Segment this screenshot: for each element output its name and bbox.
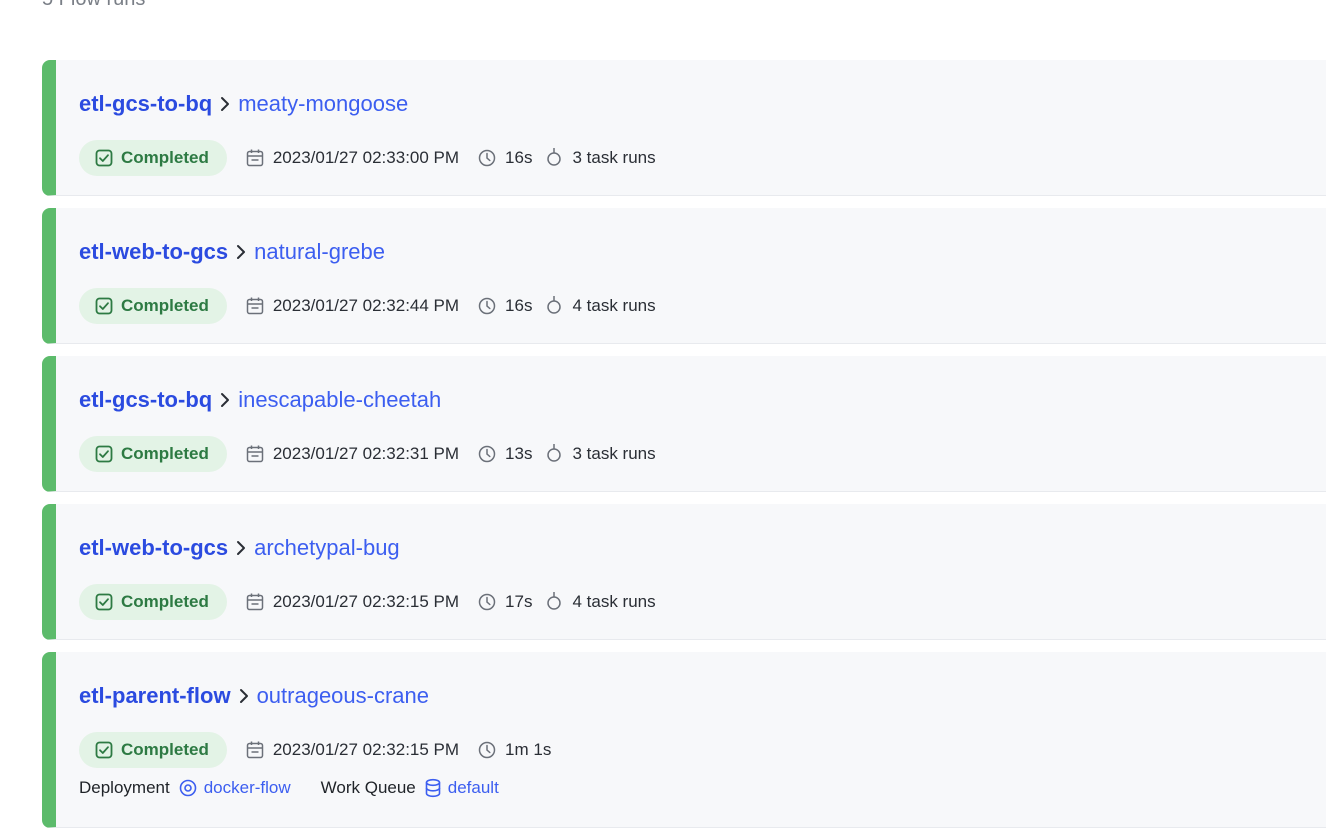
task-node-icon (547, 444, 562, 462)
chevron-right-icon (237, 541, 246, 555)
clock-icon (478, 741, 496, 759)
location-target-icon (179, 779, 197, 797)
database-icon (425, 778, 441, 798)
duration-value: 13s (505, 444, 533, 463)
start-time-value: 2023/01/27 02:32:31 PM (272, 444, 460, 463)
duration: 17s (477, 592, 532, 612)
flow-run-title: etl-web-to-gcs natural-grebe (79, 238, 385, 266)
flow-run-name-link[interactable]: meaty-mongoose (238, 90, 408, 118)
task-runs: 4 task runs (544, 591, 656, 613)
state-badge: Completed (79, 584, 227, 620)
clock-icon (478, 593, 496, 611)
state-label: Completed (121, 592, 209, 611)
calendar-icon (246, 593, 264, 611)
flow-name-link[interactable]: etl-web-to-gcs (79, 534, 228, 562)
flow-run-card[interactable]: etl-web-to-gcs natural-grebe Completed 2… (42, 208, 1326, 344)
duration-value: 16s (505, 296, 533, 315)
task-runs: 4 task runs (544, 295, 656, 317)
start-time-value: 2023/01/27 02:32:15 PM (272, 592, 460, 611)
flow-runs-list: etl-gcs-to-bq meaty-mongoose Completed 2… (42, 60, 1326, 828)
duration: 16s (477, 296, 532, 316)
flow-runs-page: 5 Flow runs etl-gcs-to-bq meaty-mongoose… (0, 0, 1326, 834)
chevron-right-icon (221, 97, 230, 111)
state-label: Completed (121, 296, 209, 315)
flow-run-name-link[interactable]: natural-grebe (254, 238, 385, 266)
flow-run-name-link[interactable]: archetypal-bug (254, 534, 400, 562)
task-runs-value: 3 task runs (572, 444, 656, 463)
flow-name-link[interactable]: etl-web-to-gcs (79, 238, 228, 266)
calendar-icon (246, 445, 264, 463)
flow-run-meta: Completed 2023/01/27 02:33:00 PM 16s 3 t… (79, 140, 656, 176)
flow-run-card[interactable]: etl-parent-flow outrageous-crane Complet… (42, 652, 1326, 828)
flow-run-name-link[interactable]: outrageous-crane (257, 682, 429, 710)
chevron-right-icon (237, 245, 246, 259)
flow-run-meta: Completed 2023/01/27 02:32:15 PM 17s 4 t… (79, 584, 656, 620)
flow-name-link[interactable]: etl-gcs-to-bq (79, 386, 212, 414)
task-runs: 3 task runs (544, 147, 656, 169)
check-square-icon (95, 741, 113, 759)
start-time-value: 2023/01/27 02:32:15 PM (272, 740, 460, 759)
check-square-icon (95, 593, 113, 611)
task-runs-value: 4 task runs (572, 296, 656, 315)
state-badge: Completed (79, 732, 227, 768)
duration: 1m 1s (477, 740, 551, 760)
clock-icon (478, 445, 496, 463)
flow-run-meta: Completed 2023/01/27 02:32:44 PM 16s 4 t… (79, 288, 656, 324)
chevron-right-icon (221, 393, 230, 407)
start-time: 2023/01/27 02:32:15 PM (245, 592, 459, 612)
task-runs-value: 3 task runs (572, 148, 656, 167)
state-label: Completed (121, 444, 209, 463)
flow-run-meta: Completed 2023/01/27 02:32:31 PM 13s 3 t… (79, 436, 656, 472)
flow-run-card[interactable]: etl-gcs-to-bq meaty-mongoose Completed 2… (42, 60, 1326, 196)
task-runs: 3 task runs (544, 443, 656, 465)
clock-icon (478, 149, 496, 167)
flow-name-link[interactable]: etl-gcs-to-bq (79, 90, 212, 118)
clock-icon (478, 297, 496, 315)
task-node-icon (547, 148, 562, 166)
state-label: Completed (121, 740, 209, 759)
calendar-icon (246, 741, 264, 759)
work-queue-label: Work Queue (320, 778, 416, 797)
check-square-icon (95, 149, 113, 167)
flow-run-card[interactable]: etl-gcs-to-bq inescapable-cheetah Comple… (42, 356, 1326, 492)
check-square-icon (95, 445, 113, 463)
flow-run-card[interactable]: etl-web-to-gcs archetypal-bug Completed … (42, 504, 1326, 640)
state-badge: Completed (79, 140, 227, 176)
task-node-icon (547, 296, 562, 314)
start-time: 2023/01/27 02:32:31 PM (245, 444, 459, 464)
start-time: 2023/01/27 02:32:44 PM (245, 296, 459, 316)
flow-runs-count: 5 Flow runs (42, 0, 145, 11)
check-square-icon (95, 297, 113, 315)
deployment-label: Deployment (79, 778, 170, 797)
state-label: Completed (121, 148, 209, 167)
start-time-value: 2023/01/27 02:32:44 PM (272, 296, 460, 315)
deployment-link[interactable]: docker-flow (204, 778, 291, 798)
task-node-icon (547, 592, 562, 610)
state-badge: Completed (79, 436, 227, 472)
duration: 13s (477, 444, 532, 464)
task-runs-value: 4 task runs (572, 592, 656, 611)
flow-run-name-link[interactable]: inescapable-cheetah (238, 386, 441, 414)
duration-value: 16s (505, 148, 533, 167)
duration-value: 1m 1s (505, 740, 552, 759)
start-time: 2023/01/27 02:33:00 PM (245, 148, 459, 168)
flow-run-title: etl-gcs-to-bq inescapable-cheetah (79, 386, 441, 414)
duration-value: 17s (505, 592, 533, 611)
flow-run-title: etl-gcs-to-bq meaty-mongoose (79, 90, 408, 118)
flow-run-title: etl-parent-flow outrageous-crane (79, 682, 429, 710)
calendar-icon (246, 297, 264, 315)
start-time-value: 2023/01/27 02:33:00 PM (272, 148, 460, 167)
calendar-icon (246, 149, 264, 167)
work-queue-link[interactable]: default (448, 778, 499, 798)
duration: 16s (477, 148, 532, 168)
work-queue: Work Queue default (321, 778, 499, 798)
flow-run-title: etl-web-to-gcs archetypal-bug (79, 534, 400, 562)
flow-run-meta: Completed 2023/01/27 02:32:15 PM 1m 1s (79, 732, 551, 768)
state-badge: Completed (79, 288, 227, 324)
flow-name-link[interactable]: etl-parent-flow (79, 682, 231, 710)
chevron-right-icon (239, 689, 248, 703)
start-time: 2023/01/27 02:32:15 PM (245, 740, 459, 760)
deployment-row: Deployment docker-flow Work Queue defaul… (79, 778, 499, 798)
